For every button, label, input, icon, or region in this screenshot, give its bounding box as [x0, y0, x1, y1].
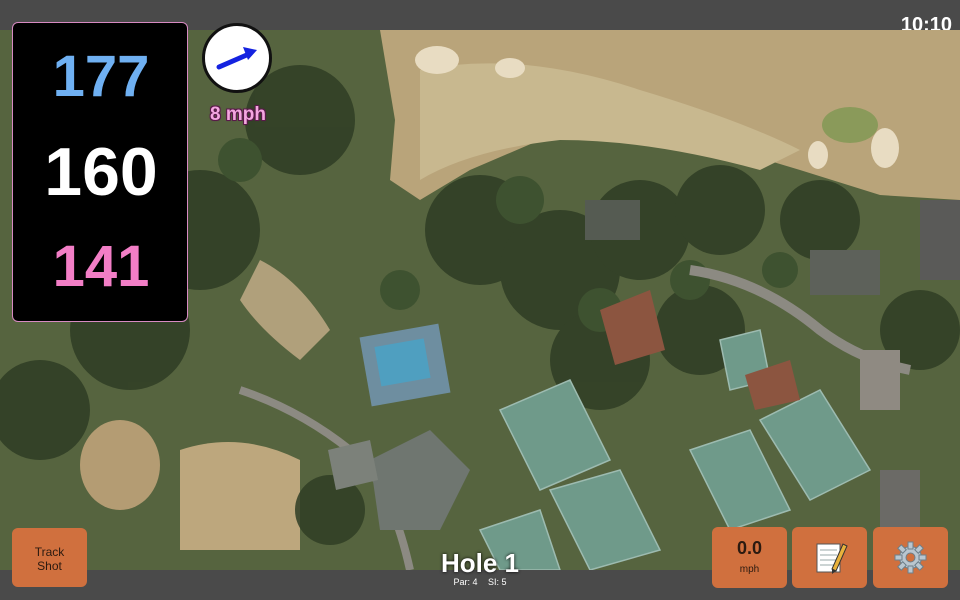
distance-back: 177: [52, 44, 150, 109]
settings-button[interactable]: [873, 527, 948, 588]
wind-speed-label: 8 mph: [210, 104, 266, 125]
distance-middle: 160: [44, 134, 158, 210]
hole-par: Par: 4: [453, 577, 478, 587]
wind-arrow-icon: [216, 47, 257, 70]
speed-button[interactable]: 0.0 mph: [712, 527, 787, 588]
speed-value: 0.0: [736, 538, 763, 558]
notepad-pencil-icon: [816, 543, 848, 574]
wind-direction-dial: [202, 23, 272, 93]
notes-button[interactable]: [792, 527, 867, 588]
hole-details: Par: 4 SI: 5: [380, 577, 580, 587]
hole-title: Hole 1: [440, 548, 520, 578]
track-shot-label-line1: Track: [34, 545, 65, 559]
track-shot-button[interactable]: Track Shot: [12, 528, 87, 587]
distance-panel: 177 160 141: [12, 22, 188, 322]
distance-front: 141: [52, 234, 150, 299]
track-shot-label-line2: Shot: [37, 559, 62, 573]
gear-icon: [894, 541, 927, 574]
speed-unit: mph: [739, 564, 760, 575]
hole-stroke-index: SI: 5: [488, 577, 507, 587]
